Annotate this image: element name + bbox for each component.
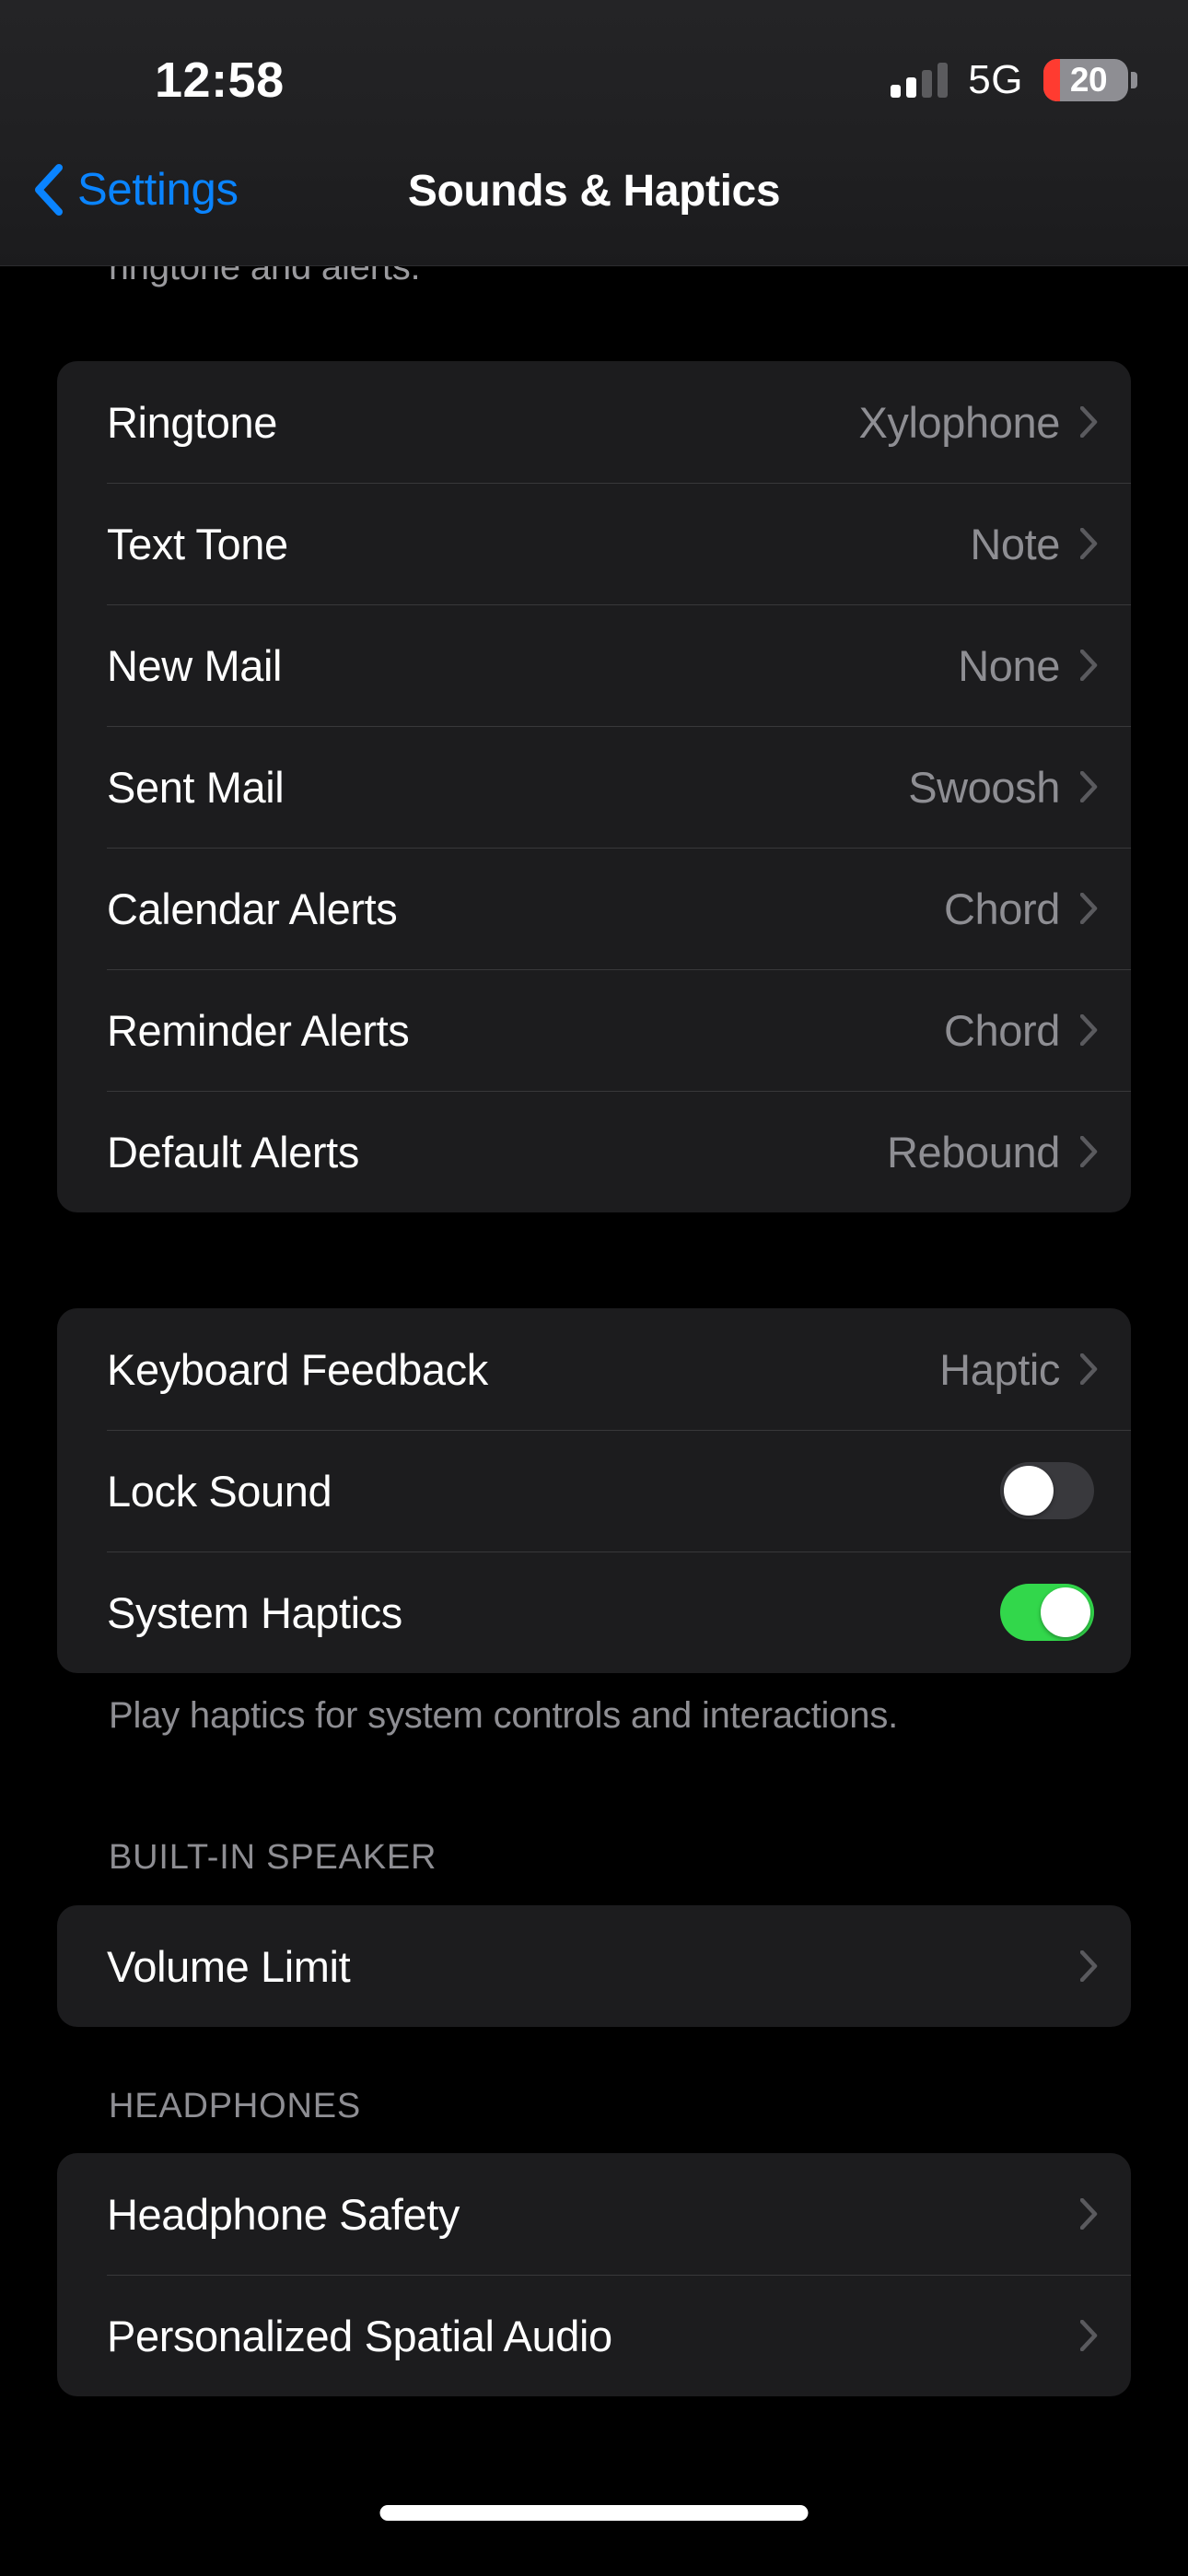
iphone-screen: ringtone and alerts. Ringtone Xylophone … xyxy=(0,0,1188,2576)
chevron-right-icon xyxy=(1080,528,1098,559)
chevron-right-icon xyxy=(1080,2320,1098,2351)
chevron-right-icon xyxy=(1080,771,1098,802)
row-new-mail[interactable]: New Mail None xyxy=(57,604,1131,726)
chevron-right-icon xyxy=(1080,1950,1098,1982)
settings-scroll-view[interactable]: ringtone and alerts. Ringtone Xylophone … xyxy=(0,0,1188,2576)
system-haptics-toggle[interactable] xyxy=(1000,1584,1094,1641)
chevron-right-icon xyxy=(1080,893,1098,924)
status-bar-indicators: 5G 20 xyxy=(891,57,1137,103)
row-keyboard-feedback[interactable]: Keyboard Feedback Haptic xyxy=(57,1308,1131,1430)
row-label: Text Tone xyxy=(107,519,288,568)
row-value: Note xyxy=(970,519,1060,568)
row-calendar-alerts[interactable]: Calendar Alerts Chord xyxy=(57,848,1131,969)
row-label: Volume Limit xyxy=(107,1941,351,1991)
lock-sound-toggle[interactable] xyxy=(1000,1462,1094,1519)
row-text-tone[interactable]: Text Tone Note xyxy=(57,483,1131,604)
headphones-group: Headphone Safety Personalized Spatial Au… xyxy=(57,2153,1131,2396)
row-system-haptics[interactable]: System Haptics xyxy=(57,1551,1131,1673)
chevron-right-icon xyxy=(1080,650,1098,681)
row-reminder-alerts[interactable]: Reminder Alerts Chord xyxy=(57,969,1131,1091)
row-label: Personalized Spatial Audio xyxy=(107,2311,612,2360)
row-value: Xylophone xyxy=(858,397,1060,447)
network-type-label: 5G xyxy=(968,57,1023,102)
chevron-right-icon xyxy=(1080,2198,1098,2230)
chevron-right-icon xyxy=(1080,1353,1098,1385)
cellular-signal-icon xyxy=(891,63,949,98)
row-label: Reminder Alerts xyxy=(107,1005,410,1055)
row-personalized-spatial-audio[interactable]: Personalized Spatial Audio xyxy=(57,2275,1131,2396)
row-label: Ringtone xyxy=(107,397,277,447)
row-label: New Mail xyxy=(107,640,283,690)
toggle-knob xyxy=(1004,1466,1054,1516)
battery-icon: 20 xyxy=(1043,59,1137,101)
row-label: System Haptics xyxy=(107,1587,402,1637)
section-header-headphones: HEADPHONES xyxy=(109,2087,362,2125)
status-bar-clock: 12:58 xyxy=(155,53,285,108)
row-ringtone[interactable]: Ringtone Xylophone xyxy=(57,361,1131,483)
row-headphone-safety[interactable]: Headphone Safety xyxy=(57,2153,1131,2275)
row-lock-sound[interactable]: Lock Sound xyxy=(57,1430,1131,1551)
status-bar: 12:58 5G 20 xyxy=(0,0,1188,157)
home-indicator[interactable] xyxy=(379,2505,809,2521)
row-value: None xyxy=(958,640,1060,690)
row-label: Default Alerts xyxy=(107,1127,359,1177)
row-value: Haptic xyxy=(939,1344,1060,1394)
toggle-knob xyxy=(1041,1587,1090,1637)
battery-percent-label: 20 xyxy=(1069,61,1108,99)
row-label: Lock Sound xyxy=(107,1466,332,1516)
chevron-right-icon xyxy=(1080,1014,1098,1046)
row-sent-mail[interactable]: Sent Mail Swoosh xyxy=(57,726,1131,848)
chevron-right-icon xyxy=(1080,1136,1098,1167)
row-value: Rebound xyxy=(887,1127,1060,1177)
row-value: Chord xyxy=(943,1005,1060,1055)
page-title: Sounds & Haptics xyxy=(407,167,781,216)
haptics-group: Keyboard Feedback Haptic Lock Sound Syst… xyxy=(57,1308,1131,1673)
haptics-footnote: Play haptics for system controls and int… xyxy=(109,1695,899,1736)
row-default-alerts[interactable]: Default Alerts Rebound xyxy=(57,1091,1131,1212)
row-value: Swoosh xyxy=(908,762,1060,812)
row-value: Chord xyxy=(943,884,1060,933)
section-header-built-in-speaker: BUILT-IN SPEAKER xyxy=(109,1838,437,1877)
row-label: Sent Mail xyxy=(107,762,285,812)
built-in-speaker-group: Volume Limit xyxy=(57,1905,1131,2027)
row-label: Keyboard Feedback xyxy=(107,1344,488,1394)
row-label: Headphone Safety xyxy=(107,2189,460,2239)
row-label: Calendar Alerts xyxy=(107,884,398,933)
row-volume-limit[interactable]: Volume Limit xyxy=(57,1905,1131,2027)
sounds-and-vibration-group: Ringtone Xylophone Text Tone Note New Ma… xyxy=(57,361,1131,1212)
chevron-right-icon xyxy=(1080,406,1098,438)
battery-fill xyxy=(1043,59,1061,101)
battery-body: 20 xyxy=(1043,59,1128,101)
battery-cap xyxy=(1131,72,1137,88)
